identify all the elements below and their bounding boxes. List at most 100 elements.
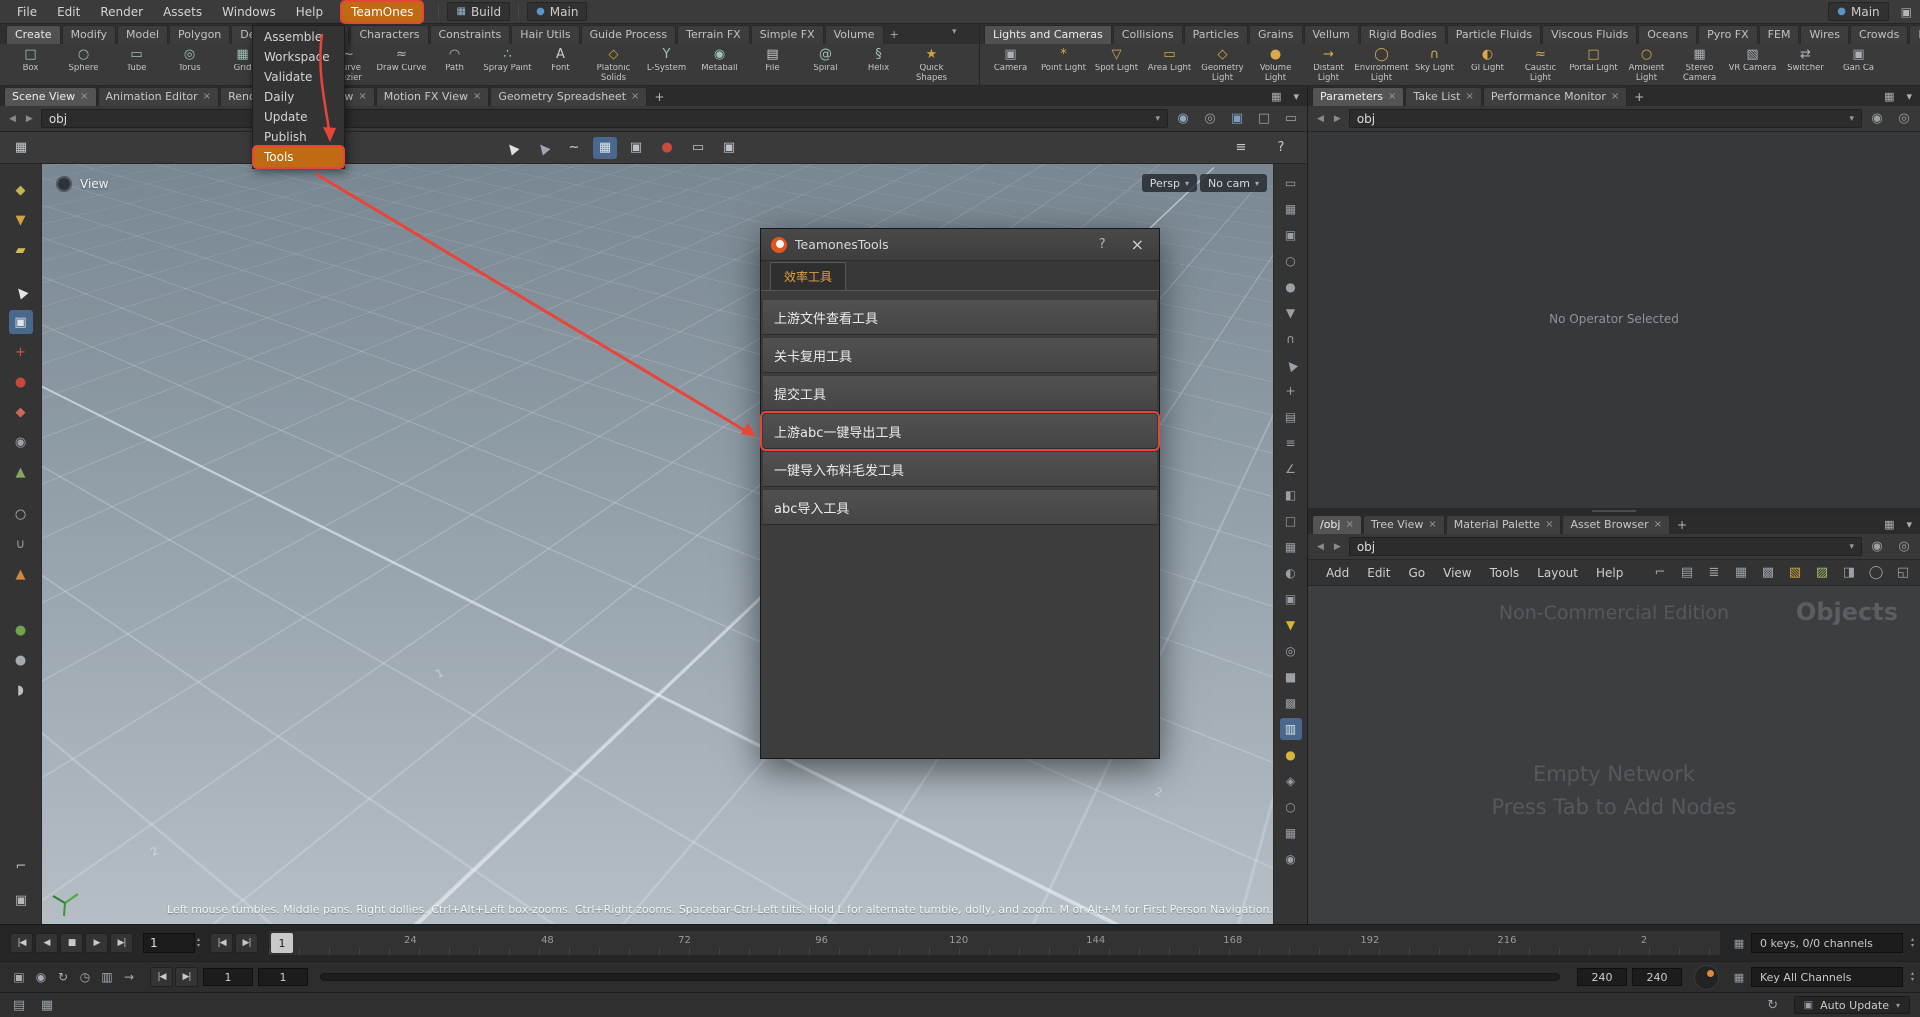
menubar-item[interactable]: Help xyxy=(287,2,332,22)
magnet-icon[interactable]: ∩ xyxy=(1280,328,1302,350)
shelf-tool[interactable]: ▦ Stereo Camera xyxy=(1673,46,1726,84)
pane-tab[interactable]: Parameters × xyxy=(1312,87,1405,106)
shelf-tool[interactable]: ◠ Path xyxy=(428,46,481,85)
info-icon[interactable]: ○ xyxy=(1280,796,1302,818)
character-tool-icon[interactable]: ▲ xyxy=(9,460,33,484)
find-node-icon[interactable]: ◯ xyxy=(1867,564,1885,582)
sphere-display-icon[interactable]: ● xyxy=(1280,276,1302,298)
shelf-tab[interactable]: Collisions xyxy=(1112,25,1183,44)
playhead-marker[interactable]: 1 xyxy=(271,933,294,953)
palette-icon[interactable]: ▧ xyxy=(1786,564,1804,582)
box-icon[interactable]: □ xyxy=(1255,110,1273,128)
list-view-icon[interactable]: ≣ xyxy=(1705,564,1723,582)
back-icon[interactable]: ◀ xyxy=(7,114,18,124)
refresh-icon[interactable]: ↻ xyxy=(1764,996,1782,1014)
brush-tool-icon[interactable]: ◆ xyxy=(9,178,33,202)
axis-icon[interactable]: + xyxy=(1280,380,1302,402)
sphere-gray-icon[interactable]: ● xyxy=(9,648,33,672)
teamones-menu-item[interactable]: Update xyxy=(254,107,343,127)
shelf-tool[interactable]: ◇ Platonic Solids xyxy=(587,46,640,85)
shelf-tab[interactable]: Wires xyxy=(1800,25,1849,44)
next-key-button[interactable]: ▶| xyxy=(235,933,259,953)
range-start-button[interactable]: |◀ xyxy=(150,967,173,987)
prev-key-button[interactable]: |◀ xyxy=(210,933,234,953)
audio-icon[interactable]: ◉ xyxy=(30,967,52,987)
shelf-tab[interactable]: + xyxy=(885,26,904,44)
props-icon[interactable]: ◈ xyxy=(1280,770,1302,792)
forward-icon[interactable]: ▶ xyxy=(1332,542,1343,552)
shelf-tab[interactable]: Create xyxy=(6,25,61,44)
shelf-tab[interactable]: Grains xyxy=(1248,25,1303,44)
pane-menu-icon[interactable]: ▦ xyxy=(1884,90,1894,103)
stepper-down-icon[interactable]: ▾ xyxy=(1911,977,1914,983)
chevron-down-icon[interactable]: ▾ xyxy=(1155,114,1160,124)
shelf-tool[interactable]: * Point Light xyxy=(1037,46,1090,84)
image-plane-icon[interactable]: ▥ xyxy=(1279,718,1302,740)
drop-gold-icon[interactable]: ▼ xyxy=(1280,614,1302,636)
teamones-menu-item[interactable]: Validate xyxy=(254,67,343,87)
shelf-tab[interactable]: Polygon xyxy=(169,25,231,44)
menubar-item[interactable]: Edit xyxy=(48,2,89,22)
display-options-icon[interactable]: ≡ xyxy=(1229,137,1253,159)
pane-tab[interactable]: Motion FX View × xyxy=(375,87,490,106)
jump-end-button[interactable]: ▶| xyxy=(110,933,133,953)
shelf-tab[interactable]: Crowds xyxy=(1849,25,1909,44)
dialog-tool-item[interactable]: 关卡复用工具 xyxy=(762,337,1158,373)
shelf-tool[interactable]: ∴ Spray Paint xyxy=(481,46,534,85)
background-image-icon[interactable]: ◨ xyxy=(1840,564,1858,582)
shelf-tool[interactable]: ⇄ Switcher xyxy=(1779,46,1832,84)
shelf-tab[interactable]: Lights and Cameras xyxy=(984,25,1112,44)
ruler-icon[interactable]: ≡ xyxy=(1280,432,1302,454)
shelf-tool[interactable]: ○ Ambient Light xyxy=(1620,46,1673,84)
shelf-tab[interactable]: Simple FX xyxy=(750,25,824,44)
pane-tab[interactable]: /obj × xyxy=(1312,515,1362,534)
shelf-tab[interactable]: Model xyxy=(117,25,169,44)
chevron-down-icon[interactable]: ▾ xyxy=(1849,114,1854,124)
shelf-tool[interactable]: → Distant Light xyxy=(1302,46,1355,84)
shelf-tool[interactable]: ≈ Caustic Light xyxy=(1514,46,1567,84)
select-arrow-icon[interactable]: ▲ xyxy=(496,131,529,163)
select-objects-icon[interactable]: ▲ xyxy=(527,131,560,163)
playback-start-field[interactable]: 1 xyxy=(258,968,308,986)
current-frame-field[interactable]: 1 xyxy=(143,933,195,953)
shelf-tool[interactable]: ▧ VR Camera xyxy=(1726,46,1779,84)
shelf-tool[interactable]: □ Portal Light xyxy=(1567,46,1620,84)
render-region-icon[interactable]: ● xyxy=(655,137,679,159)
shelf-tab[interactable]: Particles xyxy=(1183,25,1248,44)
shelf-tool[interactable]: ▽ Spot Light xyxy=(1090,46,1143,84)
help-icon[interactable]: ? xyxy=(1269,137,1293,159)
shelf-tool[interactable]: □ Box xyxy=(4,46,57,85)
range-end-button[interactable]: ▶| xyxy=(175,967,198,987)
label-icon[interactable]: ▤ xyxy=(1280,406,1302,428)
angle-icon[interactable]: ∠ xyxy=(1280,458,1302,480)
sync-icon[interactable]: ◎ xyxy=(1201,110,1219,128)
tags-icon[interactable]: ▦ xyxy=(38,996,56,1014)
lock-selection-icon[interactable]: ▣ xyxy=(8,310,33,334)
new-tab-button[interactable]: + xyxy=(1628,88,1650,106)
pose-tool-icon[interactable]: ◉ xyxy=(9,430,33,454)
close-tab-icon[interactable]: × xyxy=(358,91,366,102)
menubar-item[interactable]: Render xyxy=(91,2,152,22)
shelf-tool[interactable]: ● Volume Light xyxy=(1249,46,1302,84)
desktop-layout-icon[interactable]: ▣ xyxy=(1901,5,1912,19)
shelf-tool[interactable]: ▭ Tube xyxy=(110,46,163,85)
sphere2-icon[interactable]: ◎ xyxy=(1280,640,1302,662)
key-channels-dropdown[interactable]: Key All Channels xyxy=(1750,967,1903,987)
stepper-down-icon[interactable]: ▾ xyxy=(1911,943,1914,949)
new-tab-button[interactable]: + xyxy=(1671,516,1693,534)
network-menu-item[interactable]: Tools xyxy=(1482,563,1528,583)
back-icon[interactable]: ◀ xyxy=(1315,114,1326,124)
view-options-icon[interactable]: ▣ xyxy=(717,137,741,159)
forward-icon[interactable]: ▶ xyxy=(24,114,35,124)
paint-display-icon[interactable]: ◧ xyxy=(1280,484,1302,506)
dialog-titlebar[interactable]: TeamonesTools ? × xyxy=(761,229,1159,261)
shelf-tab[interactable]: Terrain FX xyxy=(677,25,750,44)
loop-mode-icon[interactable]: ↻ xyxy=(52,967,74,987)
jump-start-button[interactable]: |◀ xyxy=(10,933,33,953)
dialog-tool-item[interactable]: 一键导入布料毛发工具 xyxy=(762,451,1158,487)
grid-plus-icon[interactable]: ▦ xyxy=(1280,822,1302,844)
shelf-tab[interactable]: Guide Process xyxy=(580,25,677,44)
shelf-tool[interactable]: Y L-System xyxy=(640,46,693,85)
dialog-close-button[interactable]: × xyxy=(1126,235,1149,254)
multi-snap-icon[interactable]: ▣ xyxy=(624,137,648,159)
